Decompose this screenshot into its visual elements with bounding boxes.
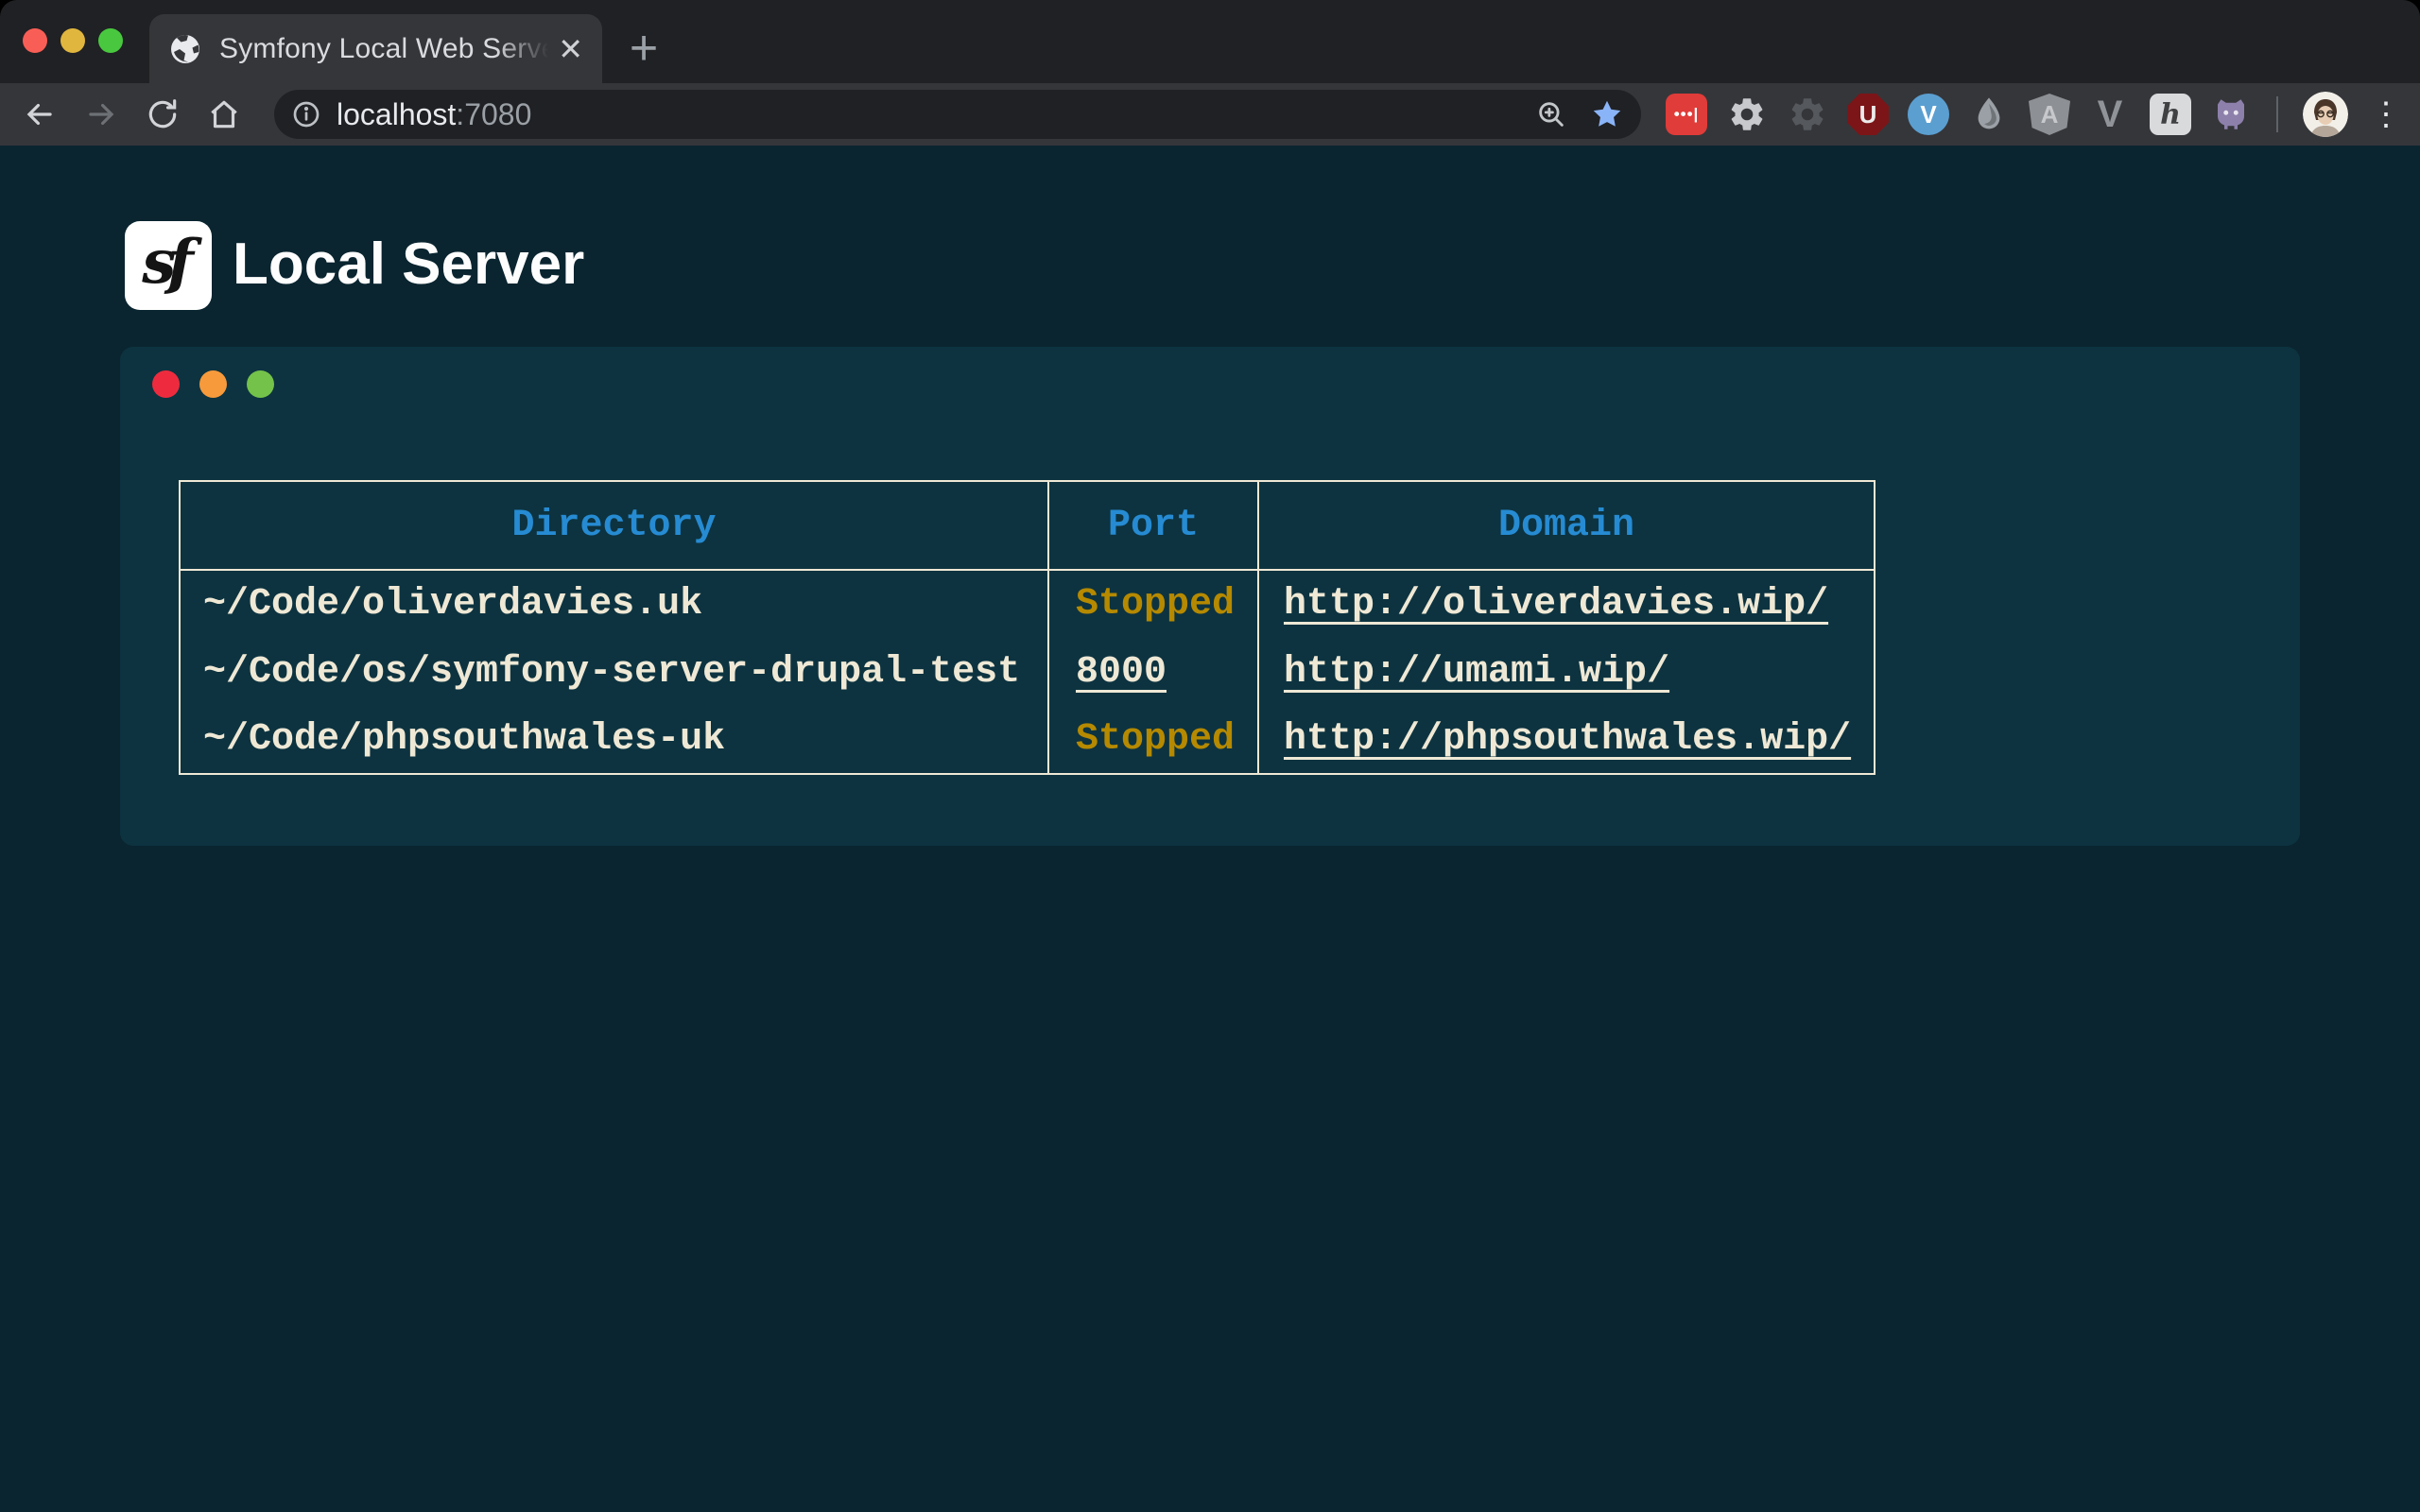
github-octocat-extension-icon[interactable] [2210, 94, 2252, 135]
symfony-logo-glyph: sf [142, 227, 185, 298]
password-manager-extension-icon[interactable]: •••| [1666, 94, 1707, 135]
panel-traffic-lights [152, 370, 274, 398]
symfony-logo: sf [125, 221, 212, 310]
domain-link[interactable]: http://phpsouthwales.wip/ [1284, 718, 1851, 761]
bookmark-star-icon[interactable] [1590, 97, 1624, 131]
browser-window: Symfony Local Web Server: Prox ✕ + [0, 0, 2420, 1512]
macos-traffic-lights [23, 28, 123, 53]
port-status: Stopped [1076, 718, 1235, 761]
domain-link[interactable]: http://umami.wip/ [1284, 651, 1669, 694]
browser-tab[interactable]: Symfony Local Web Server: Prox ✕ [149, 14, 602, 83]
url-host: localhost [337, 97, 456, 131]
table-row: ~/Code/oliverdavies.uk Stopped http://ol… [180, 570, 1875, 638]
tab-strip: Symfony Local Web Server: Prox ✕ + [0, 0, 2420, 83]
hypothesis-extension-icon[interactable]: h [2150, 94, 2191, 135]
directory-cell: ~/Code/phpsouthwales-uk [180, 706, 1048, 774]
panel-green-dot [247, 370, 274, 398]
tab-close-icon[interactable]: ✕ [558, 34, 583, 64]
toolbar-separator [2276, 96, 2278, 132]
zoom-in-icon[interactable] [1535, 98, 1567, 130]
new-tab-button[interactable]: + [616, 21, 671, 76]
browser-menu-icon[interactable]: ⋮ [2367, 95, 2405, 133]
column-header-port: Port [1048, 481, 1258, 570]
forward-button[interactable] [75, 83, 128, 146]
angular-extension-icon[interactable]: A [2029, 94, 2070, 135]
panel-orange-dot [199, 370, 227, 398]
panel-red-dot [152, 370, 180, 398]
reload-button[interactable] [136, 83, 189, 146]
globe-favicon-icon [168, 32, 202, 66]
window-minimize-button[interactable] [60, 28, 85, 53]
profile-avatar[interactable] [2303, 92, 2348, 137]
column-header-domain: Domain [1258, 481, 1875, 570]
gear-light-extension-icon[interactable] [1726, 94, 1768, 135]
vue-extension-icon[interactable]: V [2089, 94, 2131, 135]
column-header-directory: Directory [180, 481, 1048, 570]
page-title: Local Server [233, 231, 584, 298]
url-port: :7080 [456, 97, 531, 131]
servers-table: Directory Port Domain ~/Code/oliverdavie… [179, 480, 1876, 775]
window-close-button[interactable] [23, 28, 47, 53]
directory-cell: ~/Code/oliverdavies.uk [180, 570, 1048, 638]
extensions-row: •••| U V A V h [1666, 83, 2405, 146]
port-status: Stopped [1076, 583, 1235, 626]
tab-title: Symfony Local Web Server: Prox [219, 33, 548, 65]
table-row: ~/Code/os/symfony-server-drupal-test 800… [180, 638, 1875, 706]
browser-toolbar: localhost:7080 •••| U V [0, 83, 2420, 146]
table-row: ~/Code/phpsouthwales-uk Stopped http://p… [180, 706, 1875, 774]
address-bar[interactable]: localhost:7080 [274, 90, 1641, 139]
home-button[interactable] [198, 83, 251, 146]
back-button[interactable] [13, 83, 66, 146]
drupal-extension-icon[interactable] [1968, 94, 2010, 135]
page-info-icon[interactable] [291, 99, 321, 129]
ublock-extension-icon[interactable]: U [1847, 94, 1889, 135]
gear-dark-extension-icon[interactable] [1787, 94, 1828, 135]
page-content: sf Local Server Directory Port Domain [0, 146, 2420, 1512]
terminal-panel: Directory Port Domain ~/Code/oliverdavie… [120, 347, 2300, 846]
port-link[interactable]: 8000 [1076, 651, 1167, 694]
window-zoom-button[interactable] [98, 28, 123, 53]
domain-link[interactable]: http://oliverdavies.wip/ [1284, 583, 1828, 626]
directory-cell: ~/Code/os/symfony-server-drupal-test [180, 638, 1048, 706]
url-text: localhost:7080 [337, 97, 531, 132]
vimium-extension-icon[interactable]: V [1908, 94, 1949, 135]
table-header-row: Directory Port Domain [180, 481, 1875, 570]
